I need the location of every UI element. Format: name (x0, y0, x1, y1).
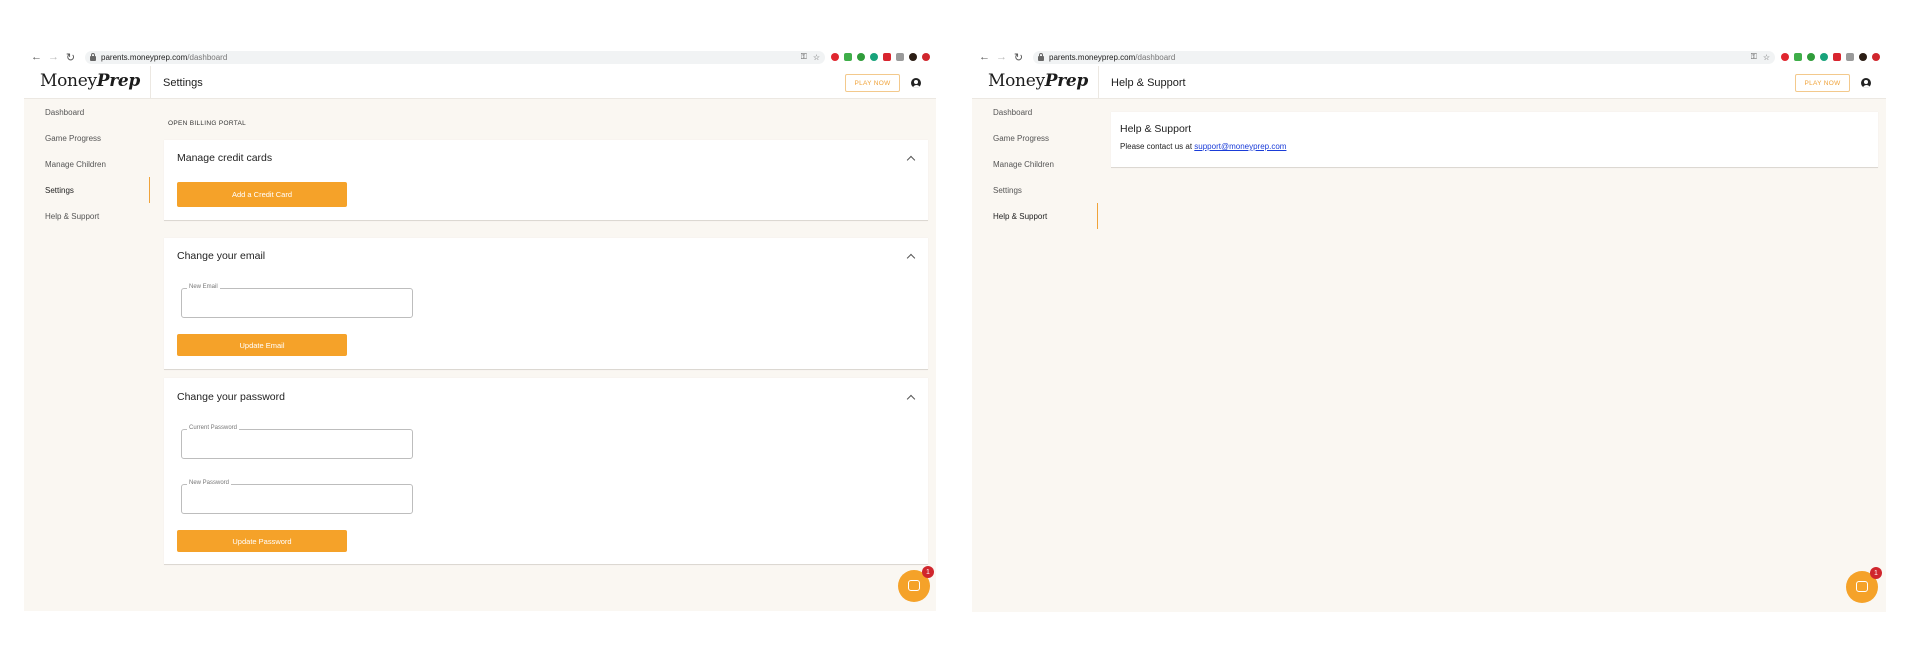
extensions-tray (831, 53, 936, 61)
change-email-title: Change your email (177, 250, 266, 262)
extension-icon[interactable] (922, 53, 930, 61)
profile-avatar-icon[interactable] (909, 53, 917, 61)
reload-button[interactable]: ↻ (62, 50, 79, 64)
new-email-field[interactable]: New Email (181, 284, 413, 318)
add-credit-card-button[interactable]: Add a Credit Card (177, 182, 347, 207)
extension-icon[interactable] (1820, 53, 1828, 61)
extensions-tray (1781, 53, 1886, 61)
page-title: Help & Support (1111, 77, 1186, 89)
extension-icon[interactable] (857, 53, 865, 61)
new-password-label: New Password (187, 480, 232, 486)
help-support-card: Help & Support Please contact us at supp… (1111, 112, 1878, 168)
address-bar[interactable]: parents.moneyprep.com/dashboard ⚿ ☆ (1033, 50, 1775, 64)
sidebar-item-game-progress[interactable]: Game Progress (972, 125, 1098, 151)
sidebar-item-dashboard[interactable]: Dashboard (972, 99, 1098, 125)
chat-icon (1856, 581, 1868, 592)
change-email-card: Change your email New Email Update Email (164, 238, 928, 370)
extension-icon[interactable] (844, 53, 852, 61)
credit-cards-card: Manage credit cards Add a Credit Card (164, 140, 928, 221)
sidebar-item-manage-children[interactable]: Manage Children (972, 151, 1098, 177)
play-now-button[interactable]: PLAY NOW (845, 74, 900, 92)
contact-text: Please contact us at support@moneyprep.c… (1120, 142, 1287, 151)
forward-button[interactable]: → (45, 50, 62, 64)
extension-icon[interactable] (883, 53, 891, 61)
update-email-button[interactable]: Update Email (177, 334, 347, 356)
header-divider (1098, 66, 1099, 99)
bookmark-star-icon[interactable]: ☆ (1763, 53, 1770, 62)
sidebar-item-manage-children[interactable]: Manage Children (24, 151, 150, 177)
support-email-link[interactable]: support@moneyprep.com (1194, 142, 1286, 151)
settings-window: ← → ↻ parents.moneyprep.com/dashboard ⚿ … (24, 48, 936, 611)
user-profile-icon[interactable] (1861, 78, 1871, 88)
open-billing-portal-link[interactable]: OPEN BILLING PORTAL (168, 120, 246, 127)
forward-button[interactable]: → (993, 50, 1010, 64)
chat-launcher-button[interactable]: 1 (1846, 567, 1882, 603)
sidebar-item-help-support[interactable]: Help & Support (24, 203, 150, 229)
notification-badge: 1 (922, 566, 934, 578)
help-window: ← → ↻ parents.moneyprep.com/dashboard ⚿ … (972, 48, 1886, 612)
lock-icon (90, 52, 96, 61)
browser-toolbar: ← → ↻ parents.moneyprep.com/dashboard ⚿ … (24, 48, 936, 66)
header-divider (150, 66, 151, 99)
sidebar: Dashboard Game Progress Manage Children … (24, 99, 150, 611)
lock-icon (1038, 52, 1044, 61)
sidebar-item-settings[interactable]: Settings (972, 177, 1098, 203)
url-path: /dashboard (187, 52, 228, 62)
bookmark-star-icon[interactable]: ☆ (813, 53, 820, 62)
extension-icon[interactable] (1781, 53, 1789, 61)
extension-icon[interactable] (1833, 53, 1841, 61)
sidebar: Dashboard Game Progress Manage Children … (972, 99, 1098, 612)
chevron-up-icon[interactable] (906, 394, 916, 404)
extension-icon[interactable] (870, 53, 878, 61)
moneyprep-logo[interactable]: MoneyPrep (40, 71, 140, 91)
key-icon[interactable]: ⚿ (801, 52, 807, 62)
profile-avatar-icon[interactable] (1859, 53, 1867, 61)
sidebar-item-game-progress[interactable]: Game Progress (24, 125, 150, 151)
sidebar-item-dashboard[interactable]: Dashboard (24, 99, 150, 125)
app-header: MoneyPrep Help & Support PLAY NOW (972, 66, 1886, 99)
chevron-up-icon[interactable] (906, 155, 916, 165)
new-email-label: New Email (187, 284, 220, 290)
user-profile-icon[interactable] (911, 78, 921, 88)
change-password-card: Change your password Current Password Ne… (164, 378, 928, 565)
sidebar-item-settings[interactable]: Settings (24, 177, 150, 203)
current-password-label: Current Password (187, 425, 240, 431)
url-host: parents.moneyprep.com (1049, 52, 1136, 62)
address-bar[interactable]: parents.moneyprep.com/dashboard ⚿ ☆ (85, 50, 825, 64)
chat-icon (908, 580, 920, 591)
play-now-button[interactable]: PLAY NOW (1795, 74, 1850, 92)
chevron-up-icon[interactable] (906, 253, 916, 263)
change-password-title: Change your password (177, 391, 285, 403)
extension-icon[interactable] (1872, 53, 1880, 61)
back-button[interactable]: ← (976, 50, 993, 64)
app-header: MoneyPrep Settings PLAY NOW (24, 66, 936, 99)
credit-cards-title: Manage credit cards (177, 152, 273, 164)
page-title: Settings (163, 77, 203, 89)
key-icon[interactable]: ⚿ (1751, 52, 1757, 62)
extension-icon[interactable] (831, 53, 839, 61)
reload-button[interactable]: ↻ (1010, 50, 1027, 64)
notification-badge: 1 (1870, 567, 1882, 579)
moneyprep-logo[interactable]: MoneyPrep (988, 71, 1088, 91)
update-password-button[interactable]: Update Password (177, 530, 347, 552)
extension-icon[interactable] (1794, 53, 1802, 61)
help-support-title: Help & Support (1120, 123, 1192, 135)
new-password-field[interactable]: New Password (181, 480, 413, 514)
extension-icon[interactable] (896, 53, 904, 61)
chat-launcher-button[interactable]: 1 (898, 566, 934, 602)
extension-icon[interactable] (1807, 53, 1815, 61)
browser-toolbar: ← → ↻ parents.moneyprep.com/dashboard ⚿ … (972, 48, 1886, 66)
back-button[interactable]: ← (28, 50, 45, 64)
current-password-field[interactable]: Current Password (181, 425, 413, 459)
sidebar-item-help-support[interactable]: Help & Support (972, 203, 1098, 229)
extension-icon[interactable] (1846, 53, 1854, 61)
url-path: /dashboard (1135, 52, 1176, 62)
url-host: parents.moneyprep.com (101, 52, 188, 62)
